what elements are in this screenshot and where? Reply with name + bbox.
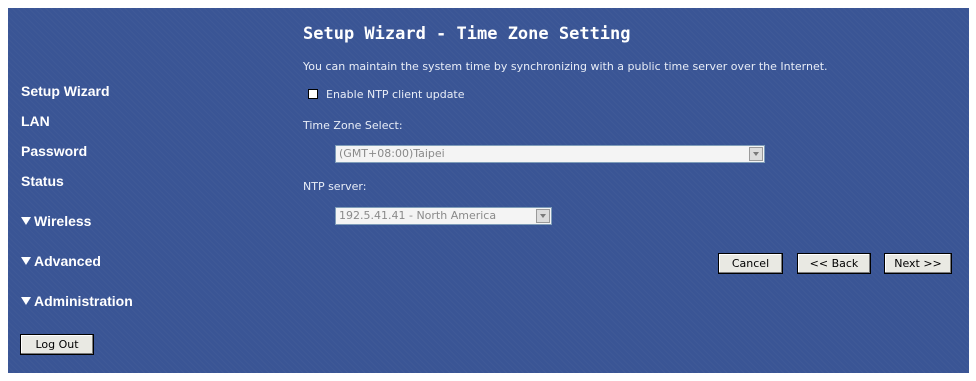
cancel-button[interactable]: Cancel	[718, 253, 783, 274]
ntp-server-select[interactable]: 192.5.41.41 - North America	[335, 207, 552, 225]
triangle-down-icon	[21, 257, 31, 265]
sidebar-item-label: Administration	[34, 293, 133, 309]
page-frame: Setup Wizard LAN Password Status Wireles…	[8, 8, 969, 373]
timezone-label: Time Zone Select:	[303, 119, 403, 132]
sidebar-item-label: Advanced	[34, 253, 101, 269]
ntp-enable-checkbox[interactable]	[308, 89, 318, 99]
sidebar-nav: Setup Wizard LAN Password Status Wireles…	[8, 8, 290, 373]
sidebar-item-advanced[interactable]: Advanced	[21, 253, 101, 269]
sidebar-item-lan[interactable]: LAN	[21, 113, 50, 129]
sidebar-item-password[interactable]: Password	[21, 143, 87, 159]
sidebar-item-status[interactable]: Status	[21, 173, 64, 189]
sidebar-item-setup-wizard[interactable]: Setup Wizard	[21, 83, 110, 99]
chevron-down-icon[interactable]	[536, 209, 550, 223]
page-description: You can maintain the system time by sync…	[303, 60, 828, 73]
chevron-down-icon[interactable]	[749, 147, 763, 161]
timezone-value: (GMT+08:00)Taipei	[339, 147, 445, 160]
ntp-enable-label: Enable NTP client update	[326, 88, 465, 101]
logout-button[interactable]: Log Out	[20, 334, 94, 355]
sidebar-item-label: Wireless	[34, 213, 92, 229]
back-button[interactable]: << Back	[797, 253, 871, 274]
ntp-server-label: NTP server:	[303, 180, 367, 193]
sidebar-item-administration[interactable]: Administration	[21, 293, 133, 309]
page-title: Setup Wizard - Time Zone Setting	[303, 24, 631, 44]
sidebar-item-wireless[interactable]: Wireless	[21, 213, 91, 229]
triangle-down-icon	[21, 217, 31, 225]
next-button[interactable]: Next >>	[884, 253, 952, 274]
timezone-select[interactable]: (GMT+08:00)Taipei	[335, 145, 765, 163]
triangle-down-icon	[21, 297, 31, 305]
ntp-server-value: 192.5.41.41 - North America	[339, 209, 497, 222]
